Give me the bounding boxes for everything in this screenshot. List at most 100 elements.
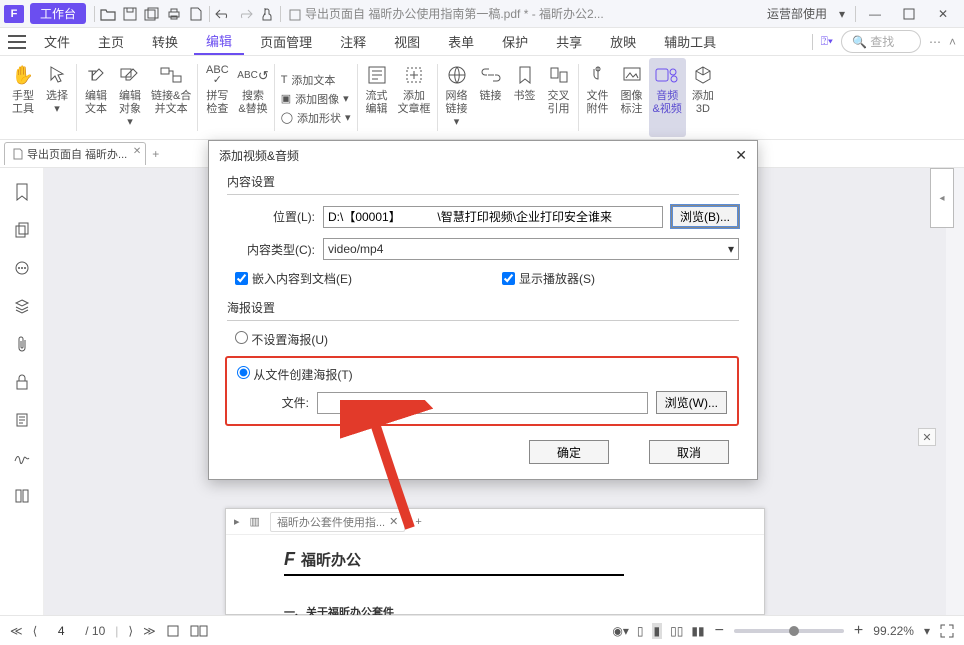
inner-new-tab[interactable]: +: [415, 516, 421, 528]
ribbon-edit-text[interactable]: T编辑 文本: [79, 58, 113, 137]
page-layout-icon[interactable]: [166, 624, 180, 638]
pages-panel-icon[interactable]: [12, 220, 32, 240]
comments-panel-icon[interactable]: [12, 258, 32, 278]
ribbon-crossref[interactable]: 交叉 引用: [542, 58, 576, 137]
ribbon-link-merge[interactable]: 链接&合 并文本: [147, 58, 195, 137]
next-page-button[interactable]: ⟩: [128, 624, 133, 638]
open-icon[interactable]: [97, 3, 119, 25]
bulb-icon[interactable]: ⍰▾: [821, 34, 833, 49]
corner-dropdown-icon[interactable]: ▾: [831, 3, 853, 25]
ribbon-weblink[interactable]: 网络 链接▾: [440, 58, 474, 137]
print-icon[interactable]: [163, 3, 185, 25]
page-number-input[interactable]: [47, 624, 75, 638]
articles-panel-icon[interactable]: [12, 486, 32, 506]
close-window-button[interactable]: ✕: [926, 3, 960, 25]
single-page-icon[interactable]: ▯: [637, 624, 644, 638]
menu-edit[interactable]: 编辑: [194, 28, 244, 55]
ribbon-image-annot[interactable]: 图像 标注: [615, 58, 649, 137]
ribbon-audio-video[interactable]: 音频 &视频: [649, 58, 686, 137]
two-page-icon[interactable]: ▯▯: [670, 624, 683, 638]
menu-view[interactable]: 视图: [382, 29, 432, 54]
workspace-button[interactable]: 工作台: [30, 3, 86, 24]
two-continuous-icon[interactable]: ▮▮: [691, 624, 704, 638]
ribbon-link[interactable]: 链接: [474, 58, 508, 137]
zoom-in-button[interactable]: +: [854, 622, 863, 640]
menu-convert[interactable]: 转换: [140, 29, 190, 54]
menu-share[interactable]: 共享: [544, 29, 594, 54]
prev-page-button[interactable]: ⟨: [33, 624, 38, 638]
content-type-select[interactable]: video/mp4▾: [323, 238, 739, 260]
security-panel-icon[interactable]: [12, 372, 32, 392]
signatures-panel-icon[interactable]: [12, 448, 32, 468]
ribbon-search-replace[interactable]: ABC↺搜索 &替换: [234, 58, 271, 137]
right-handle-icon[interactable]: ◂: [930, 168, 954, 228]
attachments-panel-icon[interactable]: [12, 334, 32, 354]
ribbon-spell[interactable]: ABC✓拼写 检查: [200, 58, 234, 137]
menu-form[interactable]: 表单: [436, 29, 486, 54]
new-tab-button[interactable]: +: [152, 147, 159, 161]
add-shape-button[interactable]: ◯添加形状 ▾: [281, 110, 351, 126]
hamburger-icon[interactable]: [8, 35, 26, 49]
maximize-button[interactable]: [892, 3, 926, 25]
dialog-close-button[interactable]: ✕: [735, 147, 747, 164]
ribbon-article[interactable]: 添加 文章框: [394, 58, 435, 137]
ribbon-select[interactable]: 选择▾: [40, 58, 74, 137]
menu-annotate[interactable]: 注释: [328, 29, 378, 54]
redo-icon[interactable]: [234, 3, 256, 25]
last-page-button[interactable]: ≫: [143, 624, 156, 638]
menu-file[interactable]: 文件: [32, 29, 82, 54]
poster-file-input[interactable]: [317, 392, 648, 414]
menu-page-manage[interactable]: 页面管理: [248, 29, 324, 54]
ribbon-attachment[interactable]: 文件 附件: [581, 58, 615, 137]
inner-tab[interactable]: 福昕办公套件使用指... ✕: [270, 512, 405, 532]
outline-toggle-icon[interactable]: ▸: [234, 515, 240, 528]
page-layout-2-icon[interactable]: [190, 624, 208, 638]
layers-panel-icon[interactable]: [12, 296, 32, 316]
from-file-radio[interactable]: 从文件创建海报(T): [237, 368, 353, 382]
menu-slideshow[interactable]: 放映: [598, 29, 648, 54]
pane-close-icon[interactable]: ✕: [918, 428, 936, 446]
zoom-value[interactable]: 99.22%: [873, 624, 914, 638]
thumbnail-icon[interactable]: ▥: [250, 515, 260, 528]
embed-checkbox[interactable]: 嵌入内容到文档(E): [235, 270, 352, 287]
ribbon-insert-group: T添加文本 ▣添加图像 ▾ ◯添加形状 ▾: [277, 58, 355, 137]
ribbon-edit-object[interactable]: 编辑 对象▾: [113, 58, 147, 137]
ribbon-format-edit[interactable]: 流式 编辑: [360, 58, 394, 137]
minimize-button[interactable]: —: [858, 3, 892, 25]
ribbon-hand[interactable]: ✋手型 工具: [6, 58, 40, 137]
undo-icon[interactable]: [212, 3, 234, 25]
fields-panel-icon[interactable]: [12, 410, 32, 430]
browse-location-button[interactable]: 浏览(B)...: [671, 205, 739, 228]
add-image-button[interactable]: ▣添加图像 ▾: [281, 91, 349, 107]
add-text-button[interactable]: T添加文本: [281, 72, 336, 88]
ok-button[interactable]: 确定: [529, 440, 609, 464]
inner-tab-close-icon[interactable]: ✕: [389, 515, 398, 528]
menu-home[interactable]: 主页: [86, 29, 136, 54]
first-page-button[interactable]: ≪: [10, 624, 23, 638]
zoom-slider[interactable]: [734, 629, 844, 633]
kebab-icon[interactable]: ⋯: [929, 35, 941, 49]
bookmark-panel-icon[interactable]: [12, 182, 32, 202]
read-mode-icon[interactable]: ◉▾: [612, 624, 629, 638]
no-poster-radio[interactable]: 不设置海报(U): [235, 333, 328, 347]
new-icon[interactable]: [185, 3, 207, 25]
menu-protect[interactable]: 保护: [490, 29, 540, 54]
ribbon-bookmark[interactable]: 书签: [508, 58, 542, 137]
content-type-label: 内容类型(C):: [227, 241, 323, 258]
ribbon-3d[interactable]: 添加 3D: [686, 58, 720, 137]
browse-poster-button[interactable]: 浏览(W)...: [656, 391, 727, 414]
close-tab-icon[interactable]: ✕: [133, 146, 141, 157]
location-input[interactable]: [323, 206, 663, 228]
touch-icon[interactable]: [256, 3, 278, 25]
save-all-icon[interactable]: [141, 3, 163, 25]
search-box[interactable]: 🔍 查找: [841, 30, 921, 53]
zoom-out-button[interactable]: −: [715, 622, 724, 640]
show-player-checkbox[interactable]: 显示播放器(S): [502, 270, 595, 287]
continuous-icon[interactable]: ▮: [652, 623, 663, 639]
document-tab[interactable]: 导出页面自 福昕办... ✕: [4, 142, 146, 165]
fullscreen-icon[interactable]: [940, 624, 954, 638]
cancel-button[interactable]: 取消: [649, 440, 729, 464]
collapse-ribbon-icon[interactable]: ˄: [949, 35, 956, 49]
menu-accessibility[interactable]: 辅助工具: [652, 29, 728, 54]
save-icon[interactable]: [119, 3, 141, 25]
